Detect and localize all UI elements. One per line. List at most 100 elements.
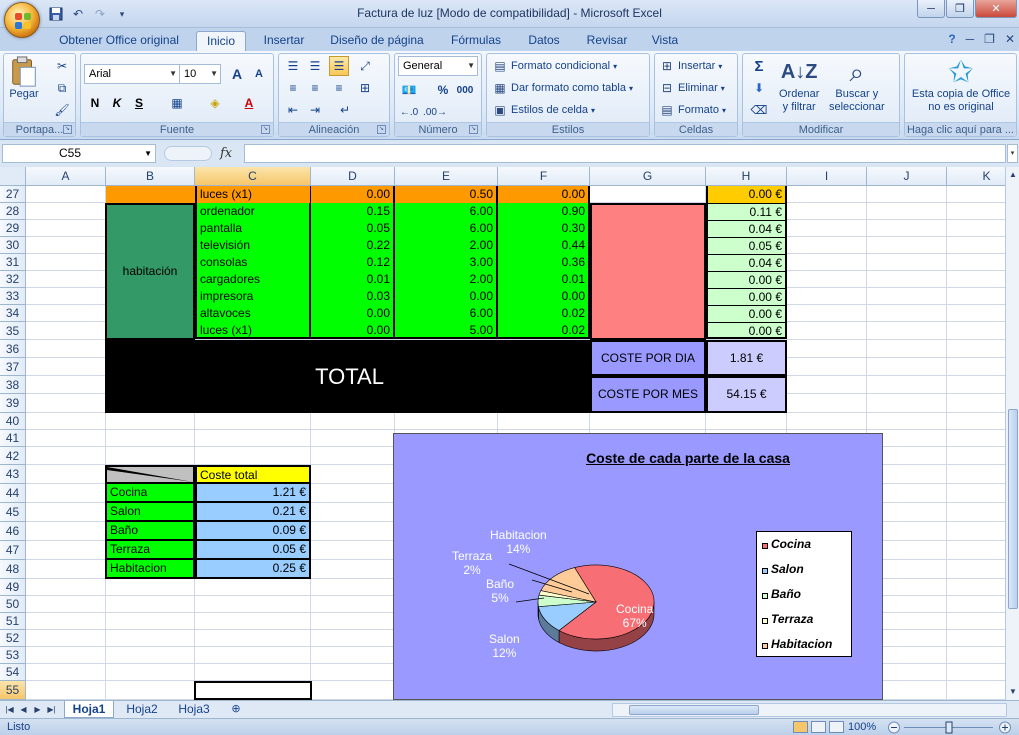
expand-formula-bar-icon[interactable]: ▾ bbox=[1007, 144, 1018, 163]
fill-color-icon[interactable]: ◈ bbox=[205, 93, 225, 113]
row-header[interactable]: 34 bbox=[0, 305, 26, 322]
office-button[interactable] bbox=[4, 2, 40, 38]
tab-diseno-pagina[interactable]: Diseño de página bbox=[322, 31, 432, 51]
page-layout-view-icon[interactable] bbox=[811, 721, 826, 733]
ribbon-restore-icon[interactable]: ❐ bbox=[984, 32, 995, 46]
cell-b28-habitacion[interactable]: habitación bbox=[105, 203, 195, 340]
tab-datos[interactable]: Datos bbox=[518, 31, 570, 51]
delete-cells-button[interactable]: ⊟ Eliminar ▾ bbox=[659, 80, 725, 96]
cost-per-month-value[interactable]: 54.15 € bbox=[706, 376, 787, 413]
tab-revisar[interactable]: Revisar bbox=[578, 31, 636, 51]
insert-function-button[interactable]: fx bbox=[220, 146, 232, 161]
cell-e28[interactable]: 6.00 bbox=[395, 203, 498, 220]
minimize-button[interactable]: ─ bbox=[917, 0, 945, 18]
cell-d35[interactable]: 0.00 bbox=[311, 322, 395, 339]
row-header[interactable]: 54 bbox=[0, 664, 26, 681]
bold-button[interactable]: N bbox=[85, 93, 105, 113]
undo-icon[interactable]: ↶ bbox=[70, 6, 86, 22]
cell-d27[interactable]: 0.00 bbox=[311, 186, 395, 203]
cell-c48[interactable]: 0.25 € bbox=[195, 560, 311, 579]
customize-qat-icon[interactable]: ▾ bbox=[114, 6, 130, 22]
cell-e30[interactable]: 2.00 bbox=[395, 237, 498, 254]
cell-e27[interactable]: 0.50 bbox=[395, 186, 498, 203]
cell-h32[interactable]: 0.00 € bbox=[706, 271, 787, 288]
cell-b46[interactable]: Baño bbox=[105, 522, 195, 541]
pie-chart[interactable]: Coste de cada parte de la casa Cocina 67%… bbox=[393, 433, 883, 700]
cell-c29[interactable]: pantalla bbox=[195, 220, 311, 237]
increase-decimal-icon[interactable]: ←.0 bbox=[399, 102, 419, 122]
cell-c28[interactable]: ordenador bbox=[195, 203, 311, 220]
cell-h30[interactable]: 0.05 € bbox=[706, 237, 787, 254]
cell-styles-button[interactable]: ▣ Estilos de celda ▾ bbox=[492, 102, 595, 118]
row-header[interactable]: 50 bbox=[0, 596, 26, 613]
cell-h29[interactable]: 0.04 € bbox=[706, 220, 787, 237]
cell-c43-header[interactable]: Coste total bbox=[195, 465, 311, 484]
cost-per-month-label[interactable]: COSTE POR MES bbox=[590, 376, 706, 413]
row-header[interactable]: 32 bbox=[0, 271, 26, 288]
cell-e34[interactable]: 6.00 bbox=[395, 305, 498, 322]
cell-c44[interactable]: 1.21 € bbox=[195, 484, 311, 503]
zoom-slider[interactable] bbox=[888, 721, 1013, 734]
percent-button[interactable]: % bbox=[433, 80, 453, 100]
cell-e35[interactable]: 5.00 bbox=[395, 322, 498, 339]
row-header[interactable]: 45 bbox=[0, 503, 26, 522]
last-sheet-icon[interactable]: ▶| bbox=[46, 703, 57, 716]
cell-h33[interactable]: 0.00 € bbox=[706, 288, 787, 305]
row-header[interactable]: 35 bbox=[0, 322, 26, 340]
align-left-icon[interactable]: ≡ bbox=[283, 78, 303, 98]
sheet-tab-hoja1[interactable]: Hoja1 bbox=[64, 701, 114, 718]
page-break-view-icon[interactable] bbox=[829, 721, 844, 733]
cell-f30[interactable]: 0.44 bbox=[498, 237, 590, 254]
grow-font-button[interactable]: A bbox=[227, 64, 247, 84]
cell-f35[interactable]: 0.02 bbox=[498, 322, 590, 339]
currency-icon[interactable]: 💶 bbox=[399, 80, 419, 100]
decrease-decimal-icon[interactable]: .00→ bbox=[423, 102, 447, 122]
help-icon[interactable]: ? bbox=[948, 32, 955, 46]
sheet-tab-hoja3[interactable]: Hoja3 bbox=[170, 701, 218, 718]
underline-button[interactable]: S bbox=[129, 93, 149, 113]
tab-formulas[interactable]: Fórmulas bbox=[440, 31, 512, 51]
cell-f34[interactable]: 0.02 bbox=[498, 305, 590, 322]
total-cell[interactable]: TOTAL bbox=[105, 340, 590, 413]
cell-f32[interactable]: 0.01 bbox=[498, 271, 590, 288]
tab-inicio[interactable]: Inicio bbox=[196, 31, 246, 51]
row-header[interactable]: 42 bbox=[0, 447, 26, 465]
tab-insertar[interactable]: Insertar bbox=[254, 31, 314, 51]
align-bottom-icon[interactable]: ☰ bbox=[329, 56, 349, 76]
column-header-d[interactable]: D bbox=[311, 167, 395, 186]
vertical-scrollbar[interactable]: ▲ ▼ bbox=[1005, 167, 1019, 700]
row-header[interactable]: 37 bbox=[0, 358, 26, 376]
row-header[interactable]: 47 bbox=[0, 541, 26, 560]
copy-icon[interactable]: ⧉ bbox=[52, 78, 72, 98]
cell-c46[interactable]: 0.09 € bbox=[195, 522, 311, 541]
row-header[interactable]: 39 bbox=[0, 394, 26, 413]
insert-sheet-icon[interactable]: ⊕ bbox=[224, 701, 248, 718]
office-genuine-button[interactable]: ✩ Esta copia de Office no es original bbox=[909, 56, 1013, 114]
vertical-scroll-thumb[interactable] bbox=[1008, 409, 1018, 609]
format-cells-button[interactable]: ▤ Formato ▾ bbox=[659, 102, 726, 118]
first-sheet-icon[interactable]: |◀ bbox=[4, 703, 15, 716]
orientation-icon[interactable]: ⤢ bbox=[355, 56, 375, 76]
row-header[interactable]: 31 bbox=[0, 254, 26, 271]
autosum-icon[interactable]: Σ bbox=[749, 56, 769, 76]
row-header[interactable]: 36 bbox=[0, 340, 26, 358]
row-header[interactable]: 48 bbox=[0, 560, 26, 579]
cell-d33[interactable]: 0.03 bbox=[311, 288, 395, 305]
decrease-indent-icon[interactable]: ⇤ bbox=[283, 100, 303, 120]
cell-e32[interactable]: 2.00 bbox=[395, 271, 498, 288]
cost-per-day-label[interactable]: COSTE POR DIA bbox=[590, 340, 706, 376]
row-header[interactable]: 46 bbox=[0, 522, 26, 541]
column-header-a[interactable]: A bbox=[26, 167, 106, 186]
worksheet-grid[interactable]: A B C D E F G H I J K 27 28 29 30 31 32 33 34 35… bbox=[0, 167, 1005, 700]
number-launcher-icon[interactable]: ↘ bbox=[469, 125, 478, 134]
row-header[interactable]: 41 bbox=[0, 430, 26, 447]
borders-icon[interactable]: ▦ bbox=[167, 93, 187, 113]
row-header[interactable]: 33 bbox=[0, 288, 26, 305]
cell-f33[interactable]: 0.00 bbox=[498, 288, 590, 305]
find-select-button[interactable]: ⌕ Buscar y seleccionar bbox=[829, 56, 885, 114]
cell-h27[interactable]: 0.00 € bbox=[706, 186, 787, 203]
zoom-level[interactable]: 100% bbox=[848, 721, 876, 733]
clear-icon[interactable]: ⌫ bbox=[749, 100, 769, 120]
cell-c27[interactable]: luces (x1) bbox=[195, 186, 311, 203]
close-button[interactable]: ✕ bbox=[975, 0, 1017, 18]
